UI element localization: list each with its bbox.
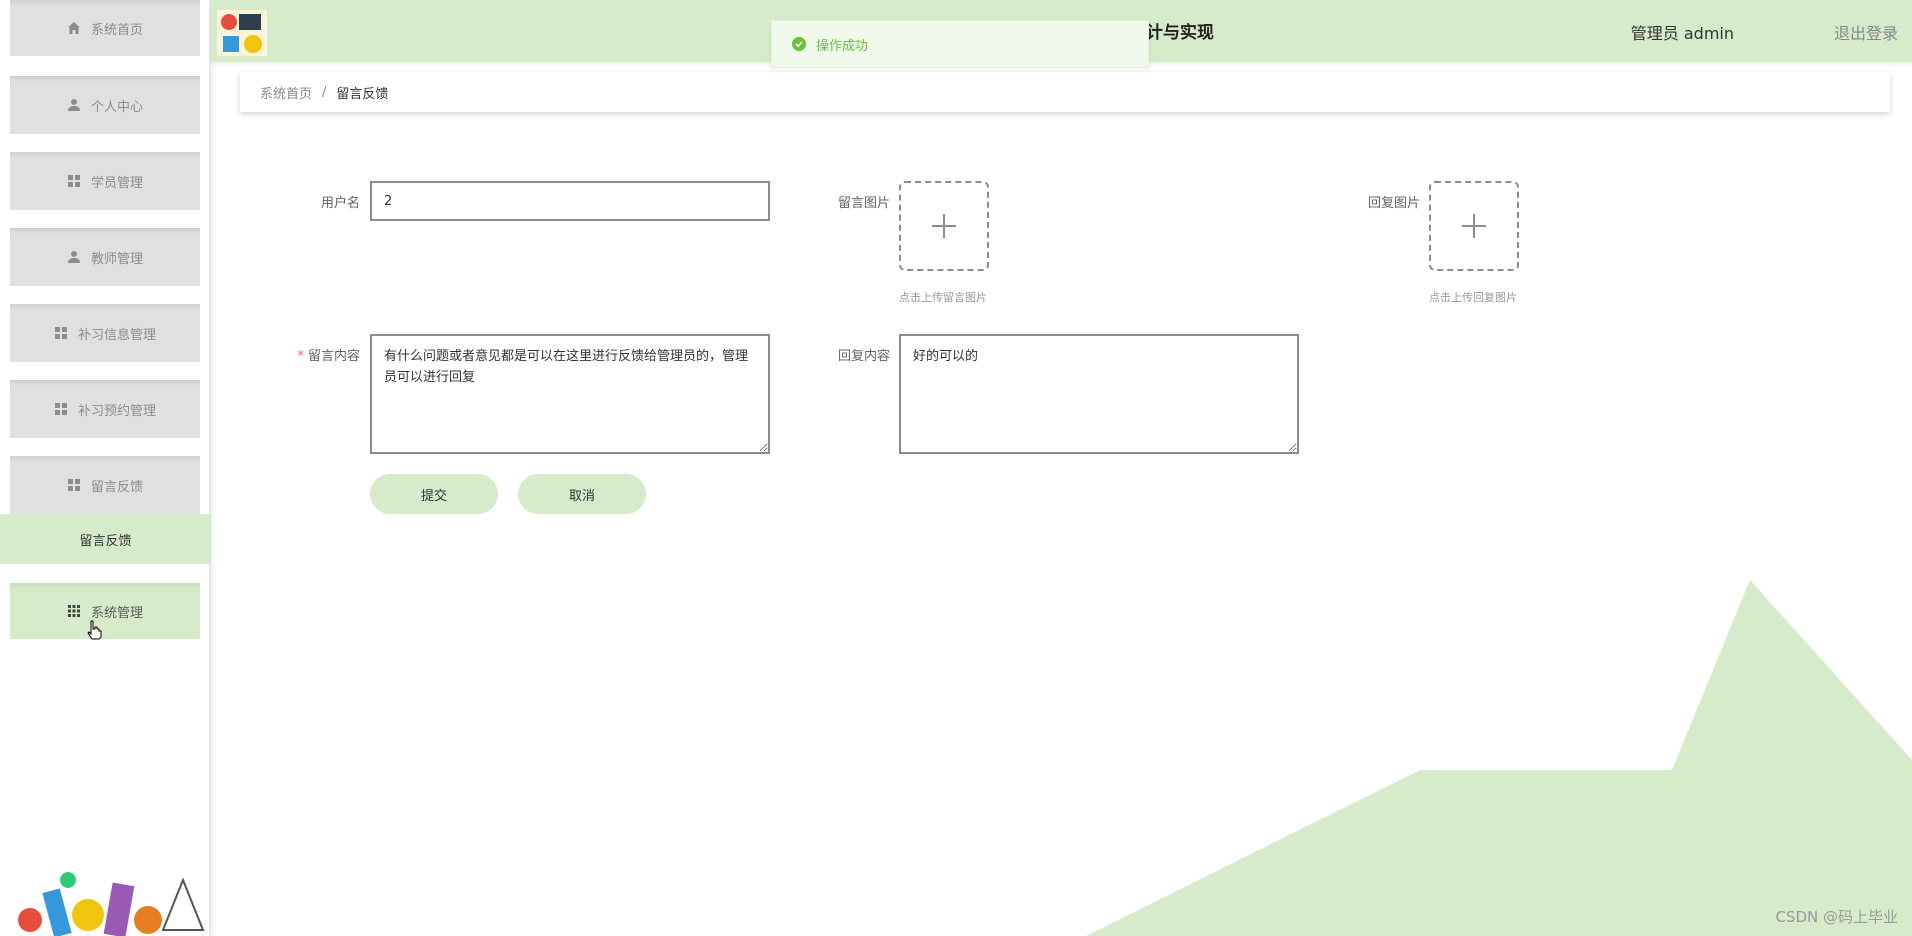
page-title: 计与实现 bbox=[1146, 23, 1214, 43]
username-input[interactable] bbox=[370, 181, 770, 221]
sidebar-item-label: 补习预约管理 bbox=[77, 403, 156, 419]
sidebar-item-system[interactable]: 系统管理 bbox=[10, 583, 200, 639]
message-image-uploader[interactable] bbox=[899, 181, 989, 271]
success-toast: 操作成功 bbox=[771, 20, 1149, 68]
reply-image-label: 回复图片 bbox=[1367, 196, 1420, 211]
cancel-button[interactable]: 取消 bbox=[518, 474, 646, 514]
sidebar-item-label: 教师管理 bbox=[90, 251, 143, 267]
watermark: CSDN @码上毕业 bbox=[1775, 908, 1898, 926]
breadcrumb-home[interactable]: 系统首页 bbox=[260, 83, 312, 102]
message-content-label-text: 留言内容 bbox=[307, 349, 360, 364]
grid-icon bbox=[54, 326, 68, 340]
sidebar-item-label: 学员管理 bbox=[90, 175, 143, 191]
sidebar-item-label: 系统管理 bbox=[90, 605, 143, 621]
required-mark: * bbox=[297, 349, 304, 364]
grid-icon bbox=[67, 478, 81, 492]
logout-link[interactable]: 退出登录 bbox=[1834, 20, 1898, 44]
reply-image-tip: 点击上传回复图片 bbox=[1429, 291, 1517, 304]
plus-icon bbox=[932, 214, 956, 238]
sidebar-item-home[interactable]: 系统首页 bbox=[10, 0, 200, 56]
sidebar-item-personal-center[interactable]: 个人中心 bbox=[10, 76, 200, 134]
message-content-label: * 留言内容 bbox=[240, 345, 360, 364]
header-logo-image bbox=[217, 10, 267, 56]
home-icon bbox=[67, 21, 81, 35]
sidebar-item-teachers[interactable]: 教师管理 bbox=[10, 228, 200, 286]
message-image-tip: 点击上传留言图片 bbox=[899, 291, 987, 304]
username-label: 用户名 bbox=[320, 196, 360, 211]
check-circle-icon bbox=[792, 37, 806, 51]
grid-icon bbox=[67, 174, 81, 188]
reply-content-textarea[interactable]: 好的可以的 bbox=[899, 334, 1299, 454]
reply-image-uploader[interactable] bbox=[1429, 181, 1519, 271]
sidebar-item-label: 补习信息管理 bbox=[77, 327, 156, 343]
submenu-item-feedback[interactable]: 留言反馈 bbox=[0, 514, 211, 564]
reply-content-label: 回复内容 bbox=[837, 349, 890, 364]
background-decoration bbox=[1086, 580, 1912, 936]
sidebar-item-label: 系统首页 bbox=[90, 22, 143, 38]
grid-icon bbox=[54, 402, 68, 416]
sidebar: 系统首页 个人中心 学员管理 教师管理 补习信息管理 补习预约管理 留言反馈 留… bbox=[0, 0, 211, 936]
user-icon bbox=[67, 98, 81, 112]
sidebar-item-students[interactable]: 学员管理 bbox=[10, 152, 200, 210]
message-image-label: 留言图片 bbox=[837, 196, 890, 211]
submit-button[interactable]: 提交 bbox=[370, 474, 498, 514]
sidebar-item-tutoring-booking[interactable]: 补习预约管理 bbox=[10, 380, 200, 438]
breadcrumb-separator: / bbox=[322, 84, 327, 100]
breadcrumb-current: 留言反馈 bbox=[336, 86, 389, 102]
doodle-logo-image bbox=[18, 872, 205, 936]
sidebar-item-feedback[interactable]: 留言反馈 bbox=[10, 456, 200, 514]
apps-icon bbox=[67, 604, 81, 618]
mouse-cursor-icon bbox=[87, 620, 102, 640]
sidebar-item-label: 留言反馈 bbox=[90, 479, 143, 495]
message-content-textarea[interactable]: 有什么问题或者意见都是可以在这里进行反馈给管理员的，管理员可以进行回复 bbox=[370, 334, 770, 454]
user-icon bbox=[67, 250, 81, 264]
breadcrumb: 系统首页 / 留言反馈 bbox=[240, 72, 1890, 112]
plus-icon bbox=[1462, 214, 1486, 238]
sidebar-item-label: 个人中心 bbox=[90, 99, 143, 115]
user-info: 管理员 admin bbox=[1630, 24, 1734, 43]
sidebar-item-tutoring-info[interactable]: 补习信息管理 bbox=[10, 304, 200, 362]
toast-message: 操作成功 bbox=[816, 38, 869, 54]
